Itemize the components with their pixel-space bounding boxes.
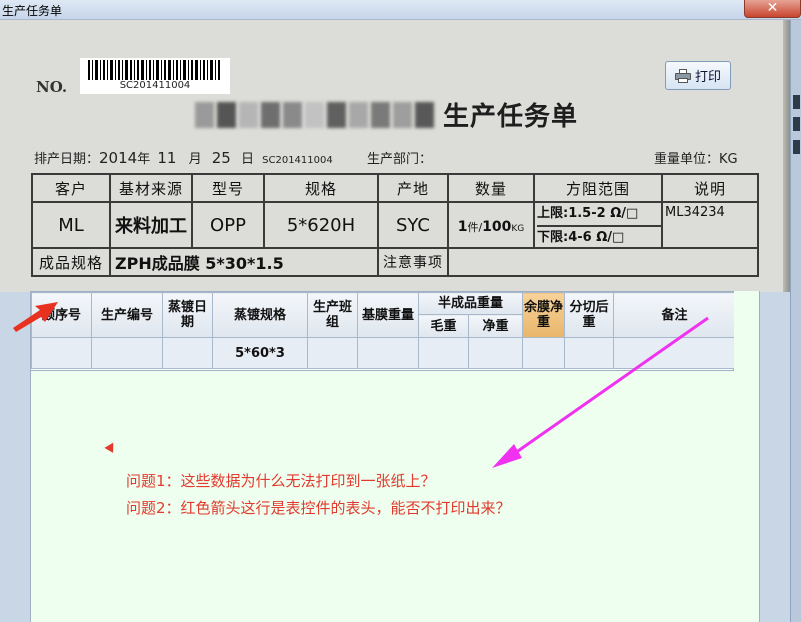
origin-value: SYC	[377, 201, 449, 249]
col-header-cut-weight[interactable]: 分切后重	[564, 292, 615, 338]
attention-value	[447, 247, 759, 277]
col-header-gross[interactable]: 毛重	[418, 314, 469, 338]
col-header-vap-date[interactable]: 蒸镀日期	[162, 292, 213, 338]
app-window: 生产任务单 ✕ NO. SC201411004 生产任务单 打印 排产日期：20…	[0, 0, 801, 622]
description-value: ML34234	[661, 201, 759, 249]
header-spec: 规格	[263, 173, 379, 203]
title-bar: 生产任务单 ✕	[0, 0, 801, 20]
grid-cell[interactable]	[522, 337, 566, 369]
upper-limit: 上限:1.5-2 Ω/□	[537, 206, 639, 221]
col-header-remark[interactable]: 备注	[613, 292, 737, 338]
customer-value: ML	[31, 201, 111, 249]
col-header-team[interactable]: 生产班组	[307, 292, 358, 338]
grid-cell[interactable]	[467, 337, 524, 369]
grid-empty-side	[734, 291, 760, 371]
barcode: SC201411004	[80, 58, 230, 94]
header-origin: 产地	[377, 173, 449, 203]
resistance-range-value: 上限:1.5-2 Ω/□ 下限:4-6 Ω/□	[533, 201, 663, 249]
schedule-date: 排产日期：2014年 11 月 25 日 SC201411004	[34, 149, 333, 167]
attention-label: 注意事项	[377, 247, 449, 277]
grid-cell[interactable]	[613, 337, 737, 369]
col-header-base-weight[interactable]: 基膜重量	[357, 292, 419, 338]
model-value: OPP	[191, 201, 265, 249]
print-button-label: 打印	[694, 70, 721, 85]
side-mark	[793, 140, 800, 154]
col-header-vap-spec[interactable]: 蒸镀规格	[212, 292, 308, 338]
grid-cell[interactable]	[91, 337, 163, 369]
header-description: 说明	[661, 173, 759, 203]
paper-edge	[783, 20, 790, 292]
header-model: 型号	[191, 173, 265, 203]
question-1: 问题1：这些数据为什么无法打印到一张纸上？	[126, 472, 436, 490]
data-grid[interactable]: 顺序号 生产编号 蒸镀日期 蒸镀规格 生产班组 基膜重量 半成品重量 余膜净重 …	[30, 291, 737, 371]
grid-cell[interactable]	[162, 337, 213, 369]
col-header-prod-no[interactable]: 生产编号	[91, 292, 163, 338]
header-source: 基材来源	[109, 173, 193, 203]
print-button[interactable]: 打印	[665, 61, 731, 90]
window-title: 生产任务单	[2, 4, 63, 18]
lower-limit: 下限:4-6 Ω/□	[537, 225, 661, 247]
side-mark	[793, 117, 800, 131]
source-value: 来料加工	[109, 201, 193, 249]
number-label: NO.	[36, 78, 68, 96]
grid-table: 顺序号 生产编号 蒸镀日期 蒸镀规格 生产班组 基膜重量 半成品重量 余膜净重 …	[31, 292, 737, 369]
printer-icon	[674, 68, 691, 83]
department-label: 生产部门：	[367, 152, 433, 167]
grid-cell-vap-spec[interactable]: 5*60*3	[212, 337, 308, 369]
quantity-value: 1件/100KG	[447, 201, 535, 249]
grid-cell[interactable]	[564, 337, 615, 369]
document-title: 生产任务单	[443, 102, 579, 132]
barcode-bars	[88, 60, 220, 80]
spec-value: 5*620H	[263, 201, 379, 249]
side-mark	[793, 95, 800, 109]
product-spec-label: 成品规格	[31, 247, 111, 277]
weight-unit-label: 重量单位：KG	[654, 152, 738, 167]
right-side-strip	[790, 20, 801, 622]
col-header-seq[interactable]: 顺序号	[31, 292, 92, 338]
grid-cell[interactable]	[31, 337, 92, 369]
product-spec-value: ZPH成品膜 5*30*1.5	[109, 247, 379, 277]
col-header-remain[interactable]: 余膜净重	[522, 292, 566, 338]
header-customer: 客户	[31, 173, 111, 203]
col-header-semi-weight[interactable]: 半成品重量	[417, 292, 524, 315]
header-resistance-range: 方阻范围	[533, 173, 663, 203]
redacted-company-name	[195, 98, 440, 132]
question-2: 问题2：红色箭头这行是表控件的表头，能否不打印出来？	[126, 499, 511, 517]
grid-cell[interactable]	[357, 337, 419, 369]
col-header-net[interactable]: 净重	[467, 314, 524, 338]
barcode-text: SC201411004	[119, 80, 191, 91]
task-form-table: 客户 基材来源 型号 规格 产地 数量 方阻范围 说明 ML 来料加工 OPP …	[31, 173, 759, 277]
close-button[interactable]: ✕	[744, 0, 801, 18]
grid-cell[interactable]	[418, 337, 469, 369]
grid-cell[interactable]	[307, 337, 358, 369]
header-quantity: 数量	[447, 173, 535, 203]
